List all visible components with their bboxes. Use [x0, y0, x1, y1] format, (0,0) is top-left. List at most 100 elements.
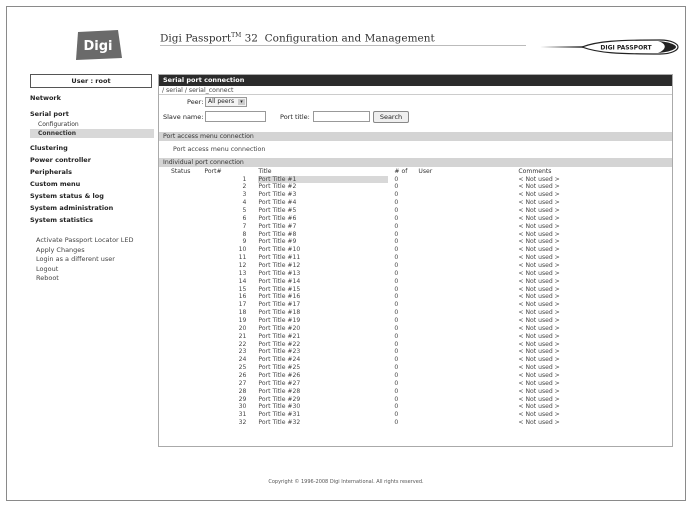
port-title-text[interactable]: Port Title #23: [258, 348, 388, 356]
port-row[interactable]: 7 Port Title #7 0 < Not used >: [159, 223, 672, 231]
nav-peripherals[interactable]: Peripherals: [30, 166, 154, 178]
port-title-link[interactable]: Port Title #7: [258, 223, 394, 231]
port-title-link[interactable]: Port Title #23: [258, 348, 394, 356]
port-title-link[interactable]: Port Title #20: [258, 325, 394, 333]
port-title-link[interactable]: Port Title #22: [258, 341, 394, 349]
nav-power-controller[interactable]: Power controller: [30, 154, 154, 166]
port-title-text[interactable]: Port Title #22: [258, 341, 388, 349]
port-title-text[interactable]: Port Title #17: [258, 301, 388, 309]
port-title-link[interactable]: Port Title #31: [258, 411, 394, 419]
port-row[interactable]: 17 Port Title #17 0 < Not used >: [159, 301, 672, 309]
reboot-link[interactable]: Reboot: [36, 274, 134, 284]
port-row[interactable]: 31 Port Title #31 0 < Not used >: [159, 411, 672, 419]
search-button[interactable]: Search: [373, 111, 409, 123]
nav-clustering[interactable]: Clustering: [30, 142, 154, 154]
slave-name-input[interactable]: [205, 111, 266, 122]
port-title-text[interactable]: Port Title #3: [258, 191, 388, 199]
port-title-input[interactable]: [313, 111, 370, 122]
port-title-link[interactable]: Port Title #28: [258, 388, 394, 396]
port-row[interactable]: 3 Port Title #3 0 < Not used >: [159, 191, 672, 199]
logout-link[interactable]: Logout: [36, 265, 134, 275]
port-row[interactable]: 32 Port Title #32 0 < Not used >: [159, 419, 672, 427]
login-different-user-link[interactable]: Login as a different user: [36, 255, 134, 265]
port-title-text[interactable]: Port Title #10: [258, 246, 388, 254]
port-row[interactable]: 25 Port Title #25 0 < Not used >: [159, 364, 672, 372]
port-title-text[interactable]: Port Title #18: [258, 309, 388, 317]
port-title-link[interactable]: Port Title #9: [258, 238, 394, 246]
port-title-link[interactable]: Port Title #2: [258, 183, 394, 191]
apply-changes-link[interactable]: Apply Changes: [36, 246, 134, 256]
port-row[interactable]: 11 Port Title #11 0 < Not used >: [159, 254, 672, 262]
port-row[interactable]: 6 Port Title #6 0 < Not used >: [159, 215, 672, 223]
port-row[interactable]: 1 Port Title #1 0 < Not used >: [159, 175, 672, 184]
nav-system-administration[interactable]: System administration: [30, 202, 154, 214]
port-row[interactable]: 16 Port Title #16 0 < Not used >: [159, 293, 672, 301]
port-row[interactable]: 5 Port Title #5 0 < Not used >: [159, 207, 672, 215]
port-row[interactable]: 20 Port Title #20 0 < Not used >: [159, 325, 672, 333]
port-title-text[interactable]: Port Title #14: [258, 278, 388, 286]
port-title-link[interactable]: Port Title #6: [258, 215, 394, 223]
port-title-text[interactable]: Port Title #4: [258, 199, 388, 207]
port-title-link[interactable]: Port Title #3: [258, 191, 394, 199]
port-title-link[interactable]: Port Title #27: [258, 380, 394, 388]
port-title-link[interactable]: Port Title #8: [258, 231, 394, 239]
port-title-link[interactable]: Port Title #26: [258, 372, 394, 380]
port-title-text[interactable]: Port Title #15: [258, 286, 388, 294]
port-title-text[interactable]: Port Title #7: [258, 223, 388, 231]
port-title-link[interactable]: Port Title #10: [258, 246, 394, 254]
port-title-text[interactable]: Port Title #5: [258, 207, 388, 215]
port-title-link[interactable]: Port Title #29: [258, 396, 394, 404]
nav-system-statistics[interactable]: System statistics: [30, 214, 154, 226]
port-row[interactable]: 4 Port Title #4 0 < Not used >: [159, 199, 672, 207]
port-title-link[interactable]: Port Title #14: [258, 278, 394, 286]
port-title-link[interactable]: Port Title #15: [258, 286, 394, 294]
port-title-link[interactable]: Port Title #25: [258, 364, 394, 372]
port-row[interactable]: 30 Port Title #30 0 < Not used >: [159, 403, 672, 411]
port-title-text[interactable]: Port Title #11: [258, 254, 388, 262]
port-row[interactable]: 23 Port Title #23 0 < Not used >: [159, 348, 672, 356]
port-title-text[interactable]: Port Title #27: [258, 380, 388, 388]
port-row[interactable]: 19 Port Title #19 0 < Not used >: [159, 317, 672, 325]
port-row[interactable]: 14 Port Title #14 0 < Not used >: [159, 278, 672, 286]
port-title-text[interactable]: Port Title #25: [258, 364, 388, 372]
port-title-text[interactable]: Port Title #2: [258, 183, 388, 191]
nav-network[interactable]: Network: [30, 92, 154, 104]
port-title-text[interactable]: Port Title #8: [258, 231, 388, 239]
port-title-link[interactable]: Port Title #24: [258, 356, 394, 364]
port-title-text[interactable]: Port Title #28: [258, 388, 388, 396]
port-title-text[interactable]: Port Title #31: [258, 411, 388, 419]
port-row[interactable]: 28 Port Title #28 0 < Not used >: [159, 388, 672, 396]
port-row[interactable]: 18 Port Title #18 0 < Not used >: [159, 309, 672, 317]
port-title-link[interactable]: Port Title #13: [258, 270, 394, 278]
port-title-link[interactable]: Port Title #17: [258, 301, 394, 309]
port-title-text[interactable]: Port Title #32: [258, 419, 388, 427]
port-row[interactable]: 9 Port Title #9 0 < Not used >: [159, 238, 672, 246]
port-title-text[interactable]: Port Title #13: [258, 270, 388, 278]
port-title-link[interactable]: Port Title #5: [258, 207, 394, 215]
port-title-link[interactable]: Port Title #32: [258, 419, 394, 427]
port-title-text[interactable]: Port Title #29: [258, 396, 388, 404]
port-title-text[interactable]: Port Title #12: [258, 262, 388, 270]
port-row[interactable]: 15 Port Title #15 0 < Not used >: [159, 286, 672, 294]
port-row[interactable]: 10 Port Title #10 0 < Not used >: [159, 246, 672, 254]
port-title-text[interactable]: Port Title #16: [258, 293, 388, 301]
port-title-text[interactable]: Port Title #19: [258, 317, 388, 325]
port-row[interactable]: 29 Port Title #29 0 < Not used >: [159, 396, 672, 404]
nav-serial-connection[interactable]: Connection: [30, 129, 154, 138]
port-row[interactable]: 24 Port Title #24 0 < Not used >: [159, 356, 672, 364]
port-row[interactable]: 12 Port Title #12 0 < Not used >: [159, 262, 672, 270]
activate-locator-led-link[interactable]: Activate Passport Locator LED: [36, 236, 134, 246]
nav-custom-menu[interactable]: Custom menu: [30, 178, 154, 190]
nav-serial-configuration[interactable]: Configuration: [30, 120, 154, 129]
port-title-text[interactable]: Port Title #20: [258, 325, 388, 333]
port-title-text[interactable]: Port Title #30: [258, 403, 388, 411]
port-row[interactable]: 22 Port Title #22 0 < Not used >: [159, 341, 672, 349]
port-title-link[interactable]: Port Title #21: [258, 333, 394, 341]
port-title-text[interactable]: Port Title #1: [258, 175, 389, 184]
port-row[interactable]: 26 Port Title #26 0 < Not used >: [159, 372, 672, 380]
port-row[interactable]: 13 Port Title #13 0 < Not used >: [159, 270, 672, 278]
port-title-text[interactable]: Port Title #24: [258, 356, 388, 364]
port-title-link[interactable]: Port Title #16: [258, 293, 394, 301]
port-title-link[interactable]: Port Title #1: [258, 175, 394, 184]
port-title-text[interactable]: Port Title #9: [258, 238, 388, 246]
